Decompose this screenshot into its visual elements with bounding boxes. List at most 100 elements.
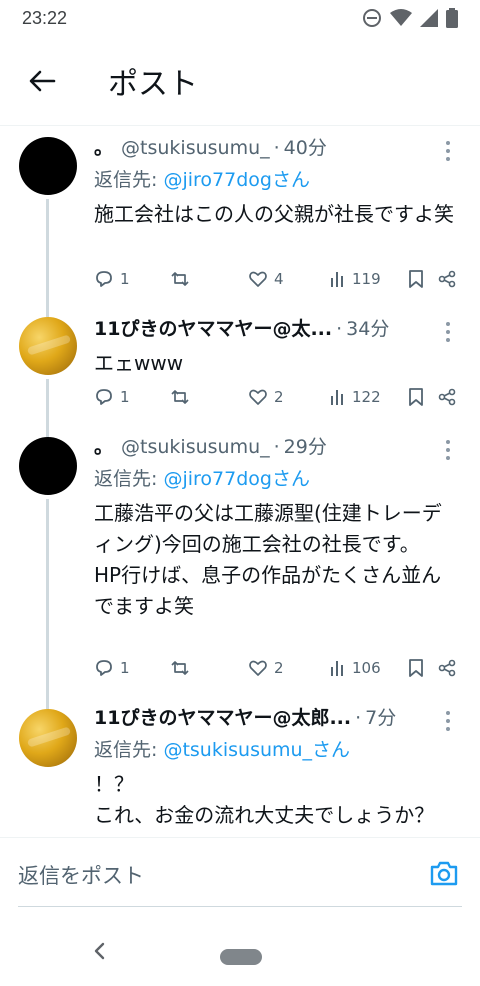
post-time[interactable]: 7分 [365,703,396,730]
views-button[interactable]: 106 [330,659,381,677]
post[interactable]: 11ぴきのヤママヤー@太... · 34分 エェwww 1 2 122 [0,305,480,425]
avatar[interactable] [19,709,77,767]
post-text: 施工会社はこの人の父親が社長ですよ笑 [94,202,454,226]
share-icon [438,659,456,677]
nav-back-button[interactable] [86,937,114,965]
bookmark-button[interactable] [408,387,424,407]
views-button[interactable]: 122 [330,388,381,406]
reply-to: 返信先: @jiro77dogさん [94,468,310,490]
mention-link[interactable]: @jiro77dogさん [163,169,310,191]
mention-link[interactable]: @tsukisusumu_さん [163,739,350,761]
views-count: 119 [352,270,381,288]
avatar[interactable] [19,317,77,375]
post-text: 工藤浩平の父は工藤源聖(住建トレーディング)今回の施工会社の社長です。 HP行け… [94,501,442,618]
repost-icon [171,661,189,675]
camera-button[interactable] [428,858,460,890]
like-button[interactable]: 2 [248,387,284,407]
share-icon [438,388,456,406]
post[interactable]: 11ぴきのヤママヤー@太郎... · 7分 返信先: @tsukisusumu_… [0,697,480,837]
like-count: 4 [274,270,284,288]
repost-button[interactable] [170,387,196,407]
bookmark-button[interactable] [408,269,424,289]
handle[interactable]: @tsukisusumu_ [121,137,270,159]
more-icon [446,711,450,715]
status-time: 23:22 [22,7,68,28]
status-bar: 23:22 [0,0,480,36]
reply-input[interactable]: 返信をポスト [18,860,144,890]
system-nav-bar [0,907,480,986]
post-time[interactable]: 40分 [284,133,327,160]
avatar[interactable] [19,437,77,495]
signal-icon [420,9,438,27]
views-count: 122 [352,388,381,406]
post-header: 11ぴきのヤママヤー@太... · 34分 [94,314,458,344]
battery-icon [446,8,458,28]
reply-button[interactable]: 1 [94,658,130,678]
status-icons [362,8,458,28]
mention-link[interactable]: @jiro77dogさん [163,468,310,490]
display-name[interactable]: 11ぴきのヤママヤー@太郎... [94,703,351,730]
reply-button[interactable]: 1 [94,269,130,289]
wifi-icon [390,9,412,26]
display-name[interactable]: 11ぴきのヤママヤー@太... [94,314,332,341]
like-icon [249,271,267,287]
views-button[interactable]: 119 [330,270,381,288]
bookmark-icon [409,388,423,406]
display-name[interactable]: 。 [94,432,113,459]
share-button[interactable] [438,388,456,406]
reply-count: 1 [120,270,130,288]
thread-line [46,379,49,425]
more-button[interactable] [438,438,458,462]
thread[interactable]: 。 @tsukisusumu_ · 40分 返信先: @jiro77dogさん … [0,127,480,837]
like-button[interactable]: 2 [248,658,284,678]
thread-line [46,425,49,437]
share-button[interactable] [438,659,456,677]
more-icon [446,322,450,326]
thread-line [46,305,49,317]
views-icon [331,661,343,676]
camera-icon [430,861,458,886]
views-count: 106 [352,659,381,677]
reply-icon [96,660,112,676]
avatar[interactable] [19,137,77,195]
post-actions: 1 2 106 [94,654,456,682]
back-button[interactable] [20,59,64,103]
bookmark-icon [409,270,423,288]
post-time[interactable]: 29分 [284,432,327,459]
post-header: 11ぴきのヤママヤー@太郎... · 7分 [94,703,458,733]
separator-dot: · [355,707,362,729]
handle[interactable]: @tsukisusumu_ [121,436,270,458]
more-icon [446,141,450,145]
post-text: エェwww [94,351,184,375]
repost-button[interactable] [170,658,196,678]
repost-icon [171,390,189,404]
nav-home-pill[interactable] [220,949,262,965]
separator-dot: · [336,318,343,340]
reply-icon [96,389,112,405]
thread-line [46,499,49,697]
reply-count: 1 [120,659,130,677]
more-button[interactable] [438,320,458,344]
reply-button[interactable]: 1 [94,387,130,407]
reply-composer[interactable]: 返信をポスト [0,837,480,908]
share-button[interactable] [438,270,456,288]
display-name[interactable]: 。 [94,133,113,160]
like-icon [249,660,267,676]
post-header: 。 @tsukisusumu_ · 40分 [94,133,458,163]
like-button[interactable]: 4 [248,269,284,289]
more-icon [446,440,450,444]
post-header: 。 @tsukisusumu_ · 29分 [94,432,458,462]
reply-to: 返信先: @jiro77dogさん [94,169,310,191]
post-time[interactable]: 34分 [346,314,389,341]
reply-icon [96,271,112,287]
post[interactable]: 。 @tsukisusumu_ · 40分 返信先: @jiro77dogさん … [0,127,480,305]
separator-dot: · [273,137,280,159]
bookmark-button[interactable] [408,658,424,678]
more-button[interactable] [438,139,458,163]
like-count: 2 [274,388,284,406]
post[interactable]: 。 @tsukisusumu_ · 29分 返信先: @jiro77dogさん … [0,425,480,697]
repost-button[interactable] [170,269,196,289]
reply-count: 1 [120,388,130,406]
more-button[interactable] [438,709,458,733]
share-icon [438,270,456,288]
